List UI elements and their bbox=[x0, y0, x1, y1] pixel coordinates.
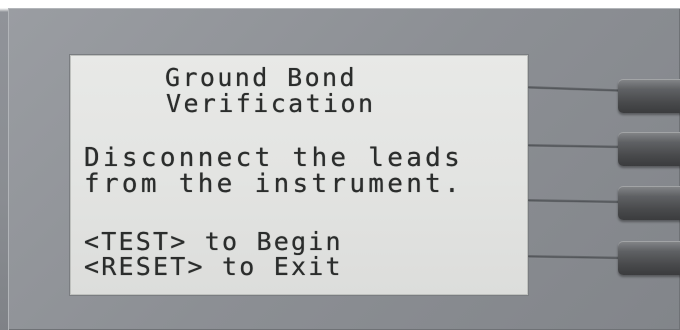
reset-command-hint: <RESET> to Exit bbox=[84, 252, 343, 281]
instruction-line-2: from the instrument. bbox=[84, 169, 464, 199]
instrument-panel: Ground Bond Verification Disconnect the … bbox=[0, 0, 680, 330]
screen-title-line-2: Verification bbox=[166, 89, 376, 118]
screen-title-line-1: Ground Bond bbox=[165, 63, 357, 92]
softkey-2-button[interactable] bbox=[618, 132, 680, 166]
softkey-3-button[interactable] bbox=[618, 186, 680, 220]
lcd-display: Ground Bond Verification Disconnect the … bbox=[70, 55, 528, 295]
softkey-1-button[interactable] bbox=[618, 79, 680, 113]
softkey-4-button[interactable] bbox=[618, 241, 680, 275]
instruction-line-1: Disconnect the leads bbox=[84, 143, 464, 173]
